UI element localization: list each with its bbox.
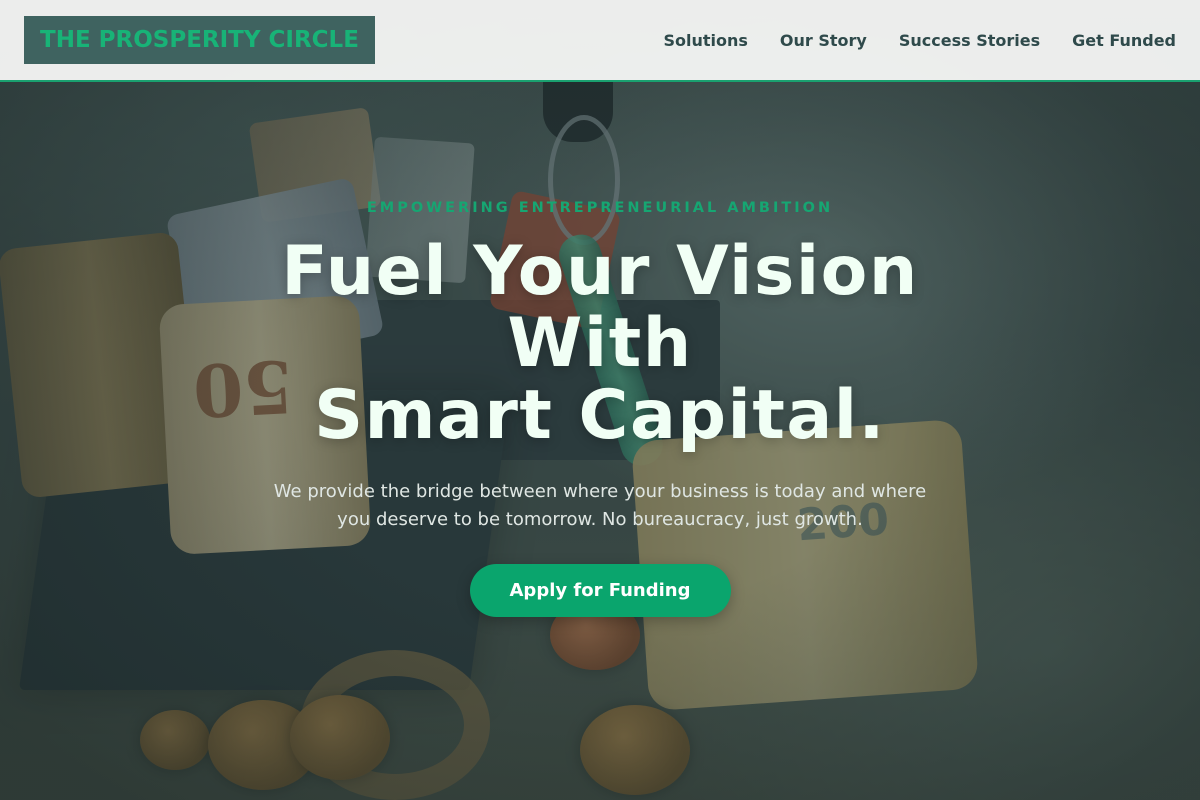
nav-link-get-funded[interactable]: Get Funded [1072,31,1176,50]
nav-link-solutions[interactable]: Solutions [663,31,747,50]
hero-content: EMPOWERING ENTREPRENEURIAL AMBITION Fuel… [150,200,1050,617]
headline-line: Fuel Your Vision [281,232,919,311]
site-header: THE PROSPERITY CIRCLE Solutions Our Stor… [0,0,1200,82]
apply-for-funding-button[interactable]: Apply for Funding [469,564,731,617]
hero-eyebrow: EMPOWERING ENTREPRENEURIAL AMBITION [366,200,834,216]
nav-link-our-story[interactable]: Our Story [780,31,867,50]
brand-logo[interactable]: THE PROSPERITY CIRCLE [24,16,375,64]
hero-headline: Fuel Your Vision With Smart Capital. [150,236,1050,452]
headline-line: Smart Capital. [314,376,886,455]
nav-link-success-stories[interactable]: Success Stories [899,31,1040,50]
hero-subtext: We provide the bridge between where your… [273,481,927,530]
headline-line: With [507,304,693,383]
main-nav: Solutions Our Story Success Stories Get … [663,31,1176,50]
